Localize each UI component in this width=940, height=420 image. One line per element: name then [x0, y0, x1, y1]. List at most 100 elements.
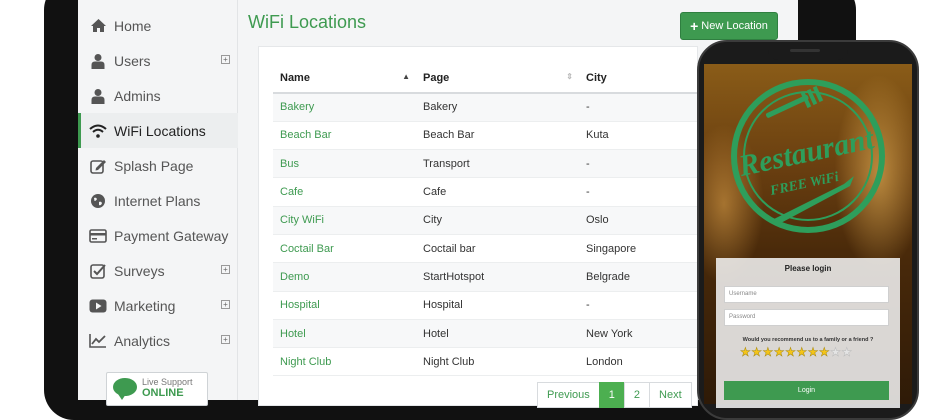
table-row[interactable]: Night Club Night Club London [273, 347, 713, 377]
star-icon[interactable]: ★ [762, 346, 773, 359]
sidebar-item-surveys[interactable]: Surveys + [78, 253, 238, 288]
user-icon [88, 52, 108, 70]
page-cell: Coctail bar [416, 234, 579, 264]
expand-icon[interactable]: + [221, 265, 230, 274]
page-cell: Hospital [416, 291, 579, 320]
pagination-next[interactable]: Next [649, 382, 692, 408]
pagination: Previous 1 2 Next [537, 382, 692, 408]
table-row[interactable]: Hospital Hospital - [273, 291, 713, 320]
city-cell: Belgrade [579, 262, 713, 292]
table-row[interactable]: City WiFi City Oslo [273, 206, 713, 235]
pagination-page-1[interactable]: 1 [598, 382, 625, 408]
live-support-widget[interactable]: Live Support ONLINE [106, 372, 208, 406]
sort-icon: ⇕ [566, 72, 573, 81]
column-header-name[interactable]: Name ▲ [273, 64, 416, 94]
column-header-page[interactable]: Page ⇕ [416, 64, 579, 94]
page-title: WiFi Locations [248, 12, 367, 32]
globe-icon [88, 192, 108, 210]
table-row[interactable]: Bus Transport - [273, 149, 713, 179]
table-row[interactable]: Demo StartHotspot Belgrade [273, 262, 713, 292]
sidebar-item-internet-plans[interactable]: Internet Plans [78, 183, 238, 218]
recommend-question: Would you recommend us to a family or a … [742, 337, 874, 343]
table-row[interactable]: Beach Bar Beach Bar Kuta [273, 121, 713, 151]
sidebar-item-home[interactable]: Home [78, 8, 238, 43]
city-cell: New York [579, 319, 713, 349]
chat-bubble-icon [113, 378, 137, 400]
location-name-link[interactable]: Hotel [273, 319, 416, 349]
star-icon[interactable]: ★ [751, 346, 762, 359]
chart-icon [88, 332, 108, 350]
location-name-link[interactable]: Beach Bar [273, 121, 416, 151]
phone-speaker [790, 49, 820, 52]
table-row[interactable]: Bakery Bakery - [273, 93, 713, 122]
sidebar-item-label: Home [114, 17, 152, 34]
home-icon [88, 17, 108, 35]
page-cell: City [416, 206, 579, 235]
checkbox-icon [88, 262, 108, 280]
restaurant-logo: Restaurant FREE WiFi [731, 79, 885, 233]
page-cell: Night Club [416, 347, 579, 377]
sidebar-item-admins[interactable]: Admins [78, 78, 238, 113]
live-support-status: ONLINE [142, 387, 184, 399]
page-cell: Cafe [416, 177, 579, 207]
sidebar-item-label: Users [114, 52, 151, 69]
city-cell: Oslo [579, 206, 713, 235]
location-name-link[interactable]: Bus [273, 149, 416, 179]
sort-asc-icon: ▲ [402, 72, 410, 81]
table-row[interactable]: Cafe Cafe - [273, 177, 713, 207]
page-cell: StartHotspot [416, 262, 579, 292]
password-field[interactable]: Password [724, 309, 889, 326]
sidebar-item-analytics[interactable]: Analytics + [78, 323, 238, 358]
rating-stars[interactable]: ★ ★ ★ ★ ★ ★ ★ ★ ★ ★ [740, 346, 853, 359]
new-location-label: New Location [701, 20, 768, 32]
credit-card-icon [88, 227, 108, 245]
wifi-icon [88, 122, 108, 140]
location-name-link[interactable]: Coctail Bar [273, 234, 416, 264]
sidebar-item-splash-page[interactable]: Splash Page [78, 148, 238, 183]
column-header-city[interactable]: City [579, 64, 713, 94]
sidebar: Home Users + Admins WiFi Locations Splas… [78, 0, 238, 400]
table-row[interactable]: Hotel Hotel New York [273, 319, 713, 349]
pagination-previous[interactable]: Previous [537, 382, 600, 408]
login-button[interactable]: Login [724, 381, 889, 400]
page-cell: Bakery [416, 93, 579, 122]
location-name-link[interactable]: Demo [273, 262, 416, 292]
star-icon[interactable]: ★ [774, 346, 785, 359]
sidebar-item-label: WiFi Locations [114, 122, 206, 139]
table-row[interactable]: Coctail Bar Coctail bar Singapore [273, 234, 713, 264]
locations-table: Name ▲ Page ⇕ City Bakery Bakery - Beach Ba… [273, 64, 713, 377]
sidebar-item-users[interactable]: Users + [78, 43, 238, 78]
new-location-button[interactable]: + New Location [680, 12, 778, 40]
star-icon[interactable]: ★ [785, 346, 796, 359]
sidebar-item-payment-gateway[interactable]: Payment Gateway [78, 218, 238, 253]
star-icon[interactable]: ★ [796, 346, 807, 359]
page-cell: Transport [416, 149, 579, 179]
star-icon[interactable]: ★ [830, 346, 841, 359]
sidebar-item-marketing[interactable]: Marketing + [78, 288, 238, 323]
username-field[interactable]: Username [724, 286, 889, 303]
location-name-link[interactable]: Cafe [273, 177, 416, 207]
sidebar-item-label: Payment Gateway [114, 227, 229, 244]
location-name-link[interactable]: Night Club [273, 347, 416, 377]
plus-icon: + [690, 18, 699, 34]
location-name-link[interactable]: Hospital [273, 291, 416, 320]
location-name-link[interactable]: City WiFi [273, 206, 416, 235]
page-cell: Beach Bar [416, 121, 579, 151]
star-icon[interactable]: ★ [807, 346, 818, 359]
expand-icon[interactable]: + [221, 300, 230, 309]
edit-icon [88, 157, 108, 175]
sidebar-item-label: Marketing [114, 297, 176, 314]
pagination-page-2[interactable]: 2 [623, 382, 651, 408]
sidebar-item-label: Analytics [114, 332, 171, 349]
play-icon [88, 297, 108, 315]
sidebar-item-wifi-locations[interactable]: WiFi Locations [78, 113, 238, 148]
expand-icon[interactable]: + [221, 55, 230, 64]
star-icon[interactable]: ★ [819, 346, 830, 359]
star-icon[interactable]: ★ [740, 346, 751, 359]
city-cell: - [579, 291, 713, 320]
live-support-label: Live Support [142, 377, 193, 387]
city-cell: Kuta [579, 121, 713, 151]
star-icon[interactable]: ★ [841, 346, 852, 359]
location-name-link[interactable]: Bakery [273, 93, 416, 122]
expand-icon[interactable]: + [221, 335, 230, 344]
